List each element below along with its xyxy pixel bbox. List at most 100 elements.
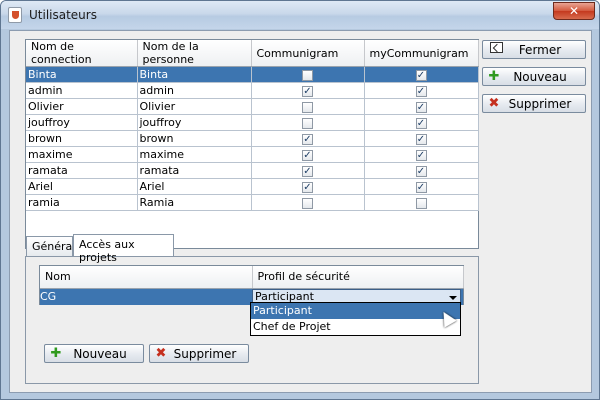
login-cell[interactable]: Ariel [26, 178, 138, 195]
delete-project-access-button-label: Supprimer [173, 346, 237, 361]
mycommunigram-checkbox[interactable]: ✓ [415, 117, 427, 129]
communigram-checkbox[interactable] [302, 101, 313, 113]
mycommunigram-checkbox[interactable]: ✓ [415, 149, 427, 161]
login-cell[interactable]: jouffroy [26, 114, 138, 131]
users-table: Nom de connection Nom de la personne Com… [26, 40, 479, 211]
table-row[interactable]: Olivier Olivier ✓ [26, 98, 479, 115]
mycommunigram-cell: ✓ [364, 178, 479, 195]
login-cell[interactable]: brown [26, 130, 138, 147]
column-header-security-profile[interactable]: Profil de sécurité [252, 266, 464, 289]
communigram-cell [251, 194, 365, 211]
communigram-checkbox[interactable]: ✓ [302, 133, 313, 145]
login-cell[interactable]: admin [26, 82, 138, 99]
window-title: Utilisateurs [29, 8, 97, 22]
close-button-label: Fermer [518, 42, 562, 57]
communigram-cell: ✓ [251, 82, 365, 99]
mycommunigram-cell: ✓ [364, 162, 479, 179]
communigram-cell: ✓ [251, 162, 365, 179]
users-table-header: Nom de connection Nom de la personne Com… [26, 40, 479, 67]
person-name-cell[interactable]: brown [137, 130, 252, 147]
mycommunigram-checkbox[interactable]: ✓ [415, 165, 427, 177]
mycommunigram-cell: ✓ [364, 130, 479, 147]
column-header-person-name[interactable]: Nom de la personne [137, 40, 252, 67]
communigram-checkbox[interactable]: ✓ [302, 149, 313, 161]
communigram-checkbox[interactable]: ✓ [302, 165, 313, 177]
client-area: Nom de connection Nom de la personne Com… [9, 30, 592, 393]
window-close-button[interactable]: ✕ [553, 2, 595, 20]
person-name-cell[interactable]: maxime [137, 146, 252, 163]
add-project-access-button[interactable]: ✚ Nouveau [44, 344, 144, 363]
mycommunigram-checkbox[interactable]: ✓ [415, 69, 427, 81]
column-header-login[interactable]: Nom de connection [26, 40, 138, 67]
security-profile-dropdown-list: Participant Chef de Projet [250, 302, 461, 336]
add-user-button-label: Nouveau [513, 69, 567, 84]
communigram-checkbox[interactable]: ✓ [302, 181, 313, 193]
mycommunigram-cell: ✓ [364, 146, 479, 163]
title-bar[interactable]: Utilisateurs ✕ [1, 1, 599, 29]
mycommunigram-cell: ✓ [364, 82, 479, 99]
dropdown-option-participant[interactable]: Participant [251, 303, 460, 319]
tab-general[interactable]: Général [26, 236, 75, 256]
communigram-cell [251, 98, 365, 115]
table-row[interactable]: brown brown ✓ ✓ [26, 130, 479, 147]
add-project-access-button-label: Nouveau [73, 346, 127, 361]
communigram-checkbox[interactable] [302, 69, 313, 81]
delete-project-access-button[interactable]: ✖ Supprimer [149, 344, 249, 363]
person-name-cell[interactable]: jouffroy [137, 114, 252, 131]
projects-table: Nom Profil de sécurité CG Participant [40, 266, 464, 305]
login-cell[interactable]: Olivier [26, 98, 138, 115]
table-row[interactable]: ramia Ramia [26, 194, 479, 211]
table-row[interactable]: Ariel Ariel ✓ ✓ [26, 178, 479, 195]
add-user-button[interactable]: ✚ Nouveau [482, 67, 586, 86]
mycommunigram-checkbox[interactable] [415, 197, 427, 209]
security-profile-value: Participant [255, 289, 314, 303]
table-row[interactable]: jouffroy jouffroy ✓ [26, 114, 479, 131]
person-name-cell[interactable]: Ramia [137, 194, 252, 211]
mycommunigram-checkbox[interactable]: ✓ [415, 133, 427, 145]
java-app-icon [8, 7, 22, 23]
exit-door-icon [483, 42, 505, 57]
communigram-checkbox[interactable]: ✓ [302, 85, 313, 97]
delete-x-icon: ✖ [155, 346, 167, 361]
chevron-down-icon[interactable] [449, 295, 457, 300]
table-row[interactable]: ramata ramata ✓ ✓ [26, 162, 479, 179]
login-cell[interactable]: ramata [26, 162, 138, 179]
delete-user-button-label: Supprimer [508, 96, 572, 111]
plus-icon: ✚ [50, 346, 62, 361]
communigram-cell: ✓ [251, 146, 365, 163]
mycommunigram-checkbox[interactable]: ✓ [415, 181, 427, 193]
person-name-cell[interactable]: Ariel [137, 178, 252, 195]
table-row[interactable]: maxime maxime ✓ ✓ [26, 146, 479, 163]
dropdown-option-project-manager[interactable]: Chef de Projet [251, 319, 460, 335]
person-name-cell[interactable]: Olivier [137, 98, 252, 115]
close-button[interactable]: Fermer [482, 40, 586, 59]
project-name-cell[interactable]: CG [40, 288, 252, 305]
table-row[interactable]: admin admin ✓ ✓ [26, 82, 479, 99]
person-name-cell[interactable]: ramata [137, 162, 252, 179]
communigram-cell [251, 114, 365, 131]
delete-user-button[interactable]: ✖ Supprimer [482, 94, 586, 113]
column-header-communigram[interactable]: Communigram [251, 40, 365, 67]
person-name-cell[interactable]: Binta [137, 66, 252, 83]
communigram-cell: ✓ [251, 130, 365, 147]
mycommunigram-checkbox[interactable]: ✓ [415, 101, 427, 113]
table-row[interactable]: Binta Binta ✓ [26, 66, 479, 83]
column-header-project-name[interactable]: Nom [40, 266, 253, 289]
users-window: Utilisateurs ✕ Nom de connection Nom de … [0, 0, 600, 400]
communigram-cell [251, 66, 365, 83]
tab-project-access[interactable]: Accès aux projets [73, 234, 174, 264]
mycommunigram-cell [364, 194, 479, 211]
mycommunigram-cell: ✓ [364, 114, 479, 131]
login-cell[interactable]: Binta [26, 66, 138, 83]
login-cell[interactable]: ramia [26, 194, 138, 211]
projects-table-panel: Nom Profil de sécurité CG Participant [39, 265, 464, 305]
communigram-checkbox[interactable] [302, 117, 313, 129]
login-cell[interactable]: maxime [26, 146, 138, 163]
communigram-checkbox[interactable] [302, 197, 313, 209]
mycommunigram-checkbox[interactable]: ✓ [415, 85, 427, 97]
person-name-cell[interactable]: admin [137, 82, 252, 99]
mycommunigram-cell: ✓ [364, 66, 479, 83]
communigram-cell: ✓ [251, 178, 365, 195]
plus-icon: ✚ [488, 69, 500, 84]
column-header-mycommunigram[interactable]: myCommunigram [364, 40, 479, 67]
